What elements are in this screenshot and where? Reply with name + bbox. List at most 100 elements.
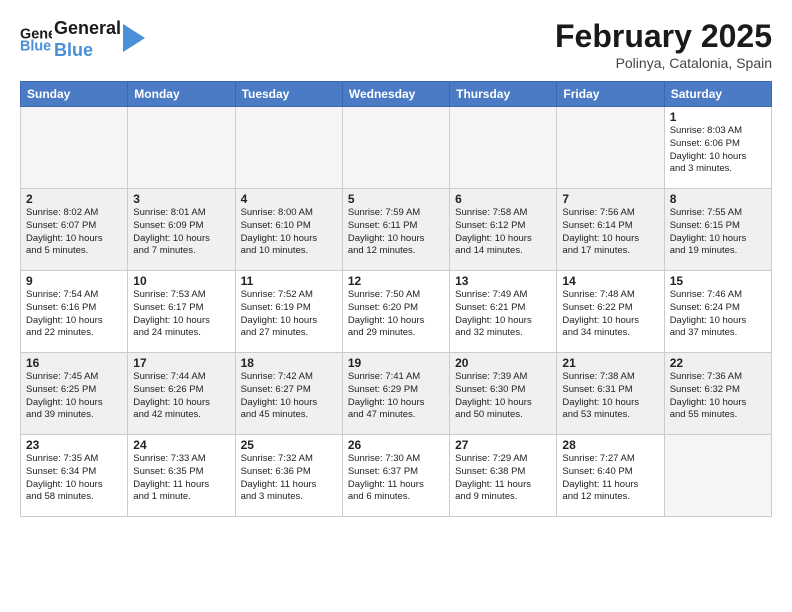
day-info: Sunrise: 7:36 AM Sunset: 6:32 PM Dayligh… (670, 371, 766, 422)
calendar-cell: 19Sunrise: 7:41 AM Sunset: 6:29 PM Dayli… (342, 353, 449, 435)
logo-icon: General Blue (20, 24, 52, 56)
calendar-cell (128, 107, 235, 189)
calendar-cell: 2Sunrise: 8:02 AM Sunset: 6:07 PM Daylig… (21, 189, 128, 271)
day-number: 18 (241, 356, 337, 370)
calendar-header-tuesday: Tuesday (235, 82, 342, 107)
day-number: 28 (562, 438, 658, 452)
day-number: 5 (348, 192, 444, 206)
day-number: 22 (670, 356, 766, 370)
calendar-cell: 21Sunrise: 7:38 AM Sunset: 6:31 PM Dayli… (557, 353, 664, 435)
day-number: 11 (241, 274, 337, 288)
day-info: Sunrise: 7:54 AM Sunset: 6:16 PM Dayligh… (26, 289, 122, 340)
calendar-header-sunday: Sunday (21, 82, 128, 107)
day-number: 6 (455, 192, 551, 206)
day-info: Sunrise: 7:50 AM Sunset: 6:20 PM Dayligh… (348, 289, 444, 340)
calendar-cell: 4Sunrise: 8:00 AM Sunset: 6:10 PM Daylig… (235, 189, 342, 271)
day-number: 17 (133, 356, 229, 370)
calendar-cell: 22Sunrise: 7:36 AM Sunset: 6:32 PM Dayli… (664, 353, 771, 435)
day-number: 8 (670, 192, 766, 206)
calendar-cell: 28Sunrise: 7:27 AM Sunset: 6:40 PM Dayli… (557, 435, 664, 517)
day-info: Sunrise: 7:33 AM Sunset: 6:35 PM Dayligh… (133, 453, 229, 504)
calendar-header-thursday: Thursday (450, 82, 557, 107)
day-info: Sunrise: 7:55 AM Sunset: 6:15 PM Dayligh… (670, 207, 766, 258)
day-info: Sunrise: 7:45 AM Sunset: 6:25 PM Dayligh… (26, 371, 122, 422)
day-number: 2 (26, 192, 122, 206)
calendar-cell: 16Sunrise: 7:45 AM Sunset: 6:25 PM Dayli… (21, 353, 128, 435)
calendar-week-row: 1Sunrise: 8:03 AM Sunset: 6:06 PM Daylig… (21, 107, 772, 189)
calendar-cell (557, 107, 664, 189)
logo-arrow-icon (123, 24, 145, 52)
day-info: Sunrise: 8:00 AM Sunset: 6:10 PM Dayligh… (241, 207, 337, 258)
day-number: 25 (241, 438, 337, 452)
logo-blue: Blue (54, 40, 121, 62)
calendar-cell: 23Sunrise: 7:35 AM Sunset: 6:34 PM Dayli… (21, 435, 128, 517)
calendar-week-row: 23Sunrise: 7:35 AM Sunset: 6:34 PM Dayli… (21, 435, 772, 517)
calendar-cell: 12Sunrise: 7:50 AM Sunset: 6:20 PM Dayli… (342, 271, 449, 353)
day-number: 26 (348, 438, 444, 452)
day-info: Sunrise: 7:48 AM Sunset: 6:22 PM Dayligh… (562, 289, 658, 340)
day-info: Sunrise: 7:56 AM Sunset: 6:14 PM Dayligh… (562, 207, 658, 258)
calendar-week-row: 2Sunrise: 8:02 AM Sunset: 6:07 PM Daylig… (21, 189, 772, 271)
calendar-cell: 15Sunrise: 7:46 AM Sunset: 6:24 PM Dayli… (664, 271, 771, 353)
calendar-cell: 7Sunrise: 7:56 AM Sunset: 6:14 PM Daylig… (557, 189, 664, 271)
day-number: 7 (562, 192, 658, 206)
day-info: Sunrise: 7:32 AM Sunset: 6:36 PM Dayligh… (241, 453, 337, 504)
header: General Blue General Blue February 2025 … (20, 18, 772, 71)
logo-general: General (54, 18, 121, 40)
calendar-cell: 20Sunrise: 7:39 AM Sunset: 6:30 PM Dayli… (450, 353, 557, 435)
day-number: 3 (133, 192, 229, 206)
day-number: 13 (455, 274, 551, 288)
day-info: Sunrise: 7:41 AM Sunset: 6:29 PM Dayligh… (348, 371, 444, 422)
day-number: 21 (562, 356, 658, 370)
calendar-week-row: 9Sunrise: 7:54 AM Sunset: 6:16 PM Daylig… (21, 271, 772, 353)
calendar-header-saturday: Saturday (664, 82, 771, 107)
day-info: Sunrise: 7:42 AM Sunset: 6:27 PM Dayligh… (241, 371, 337, 422)
day-info: Sunrise: 7:27 AM Sunset: 6:40 PM Dayligh… (562, 453, 658, 504)
day-number: 1 (670, 110, 766, 124)
day-number: 16 (26, 356, 122, 370)
calendar-header-wednesday: Wednesday (342, 82, 449, 107)
day-number: 20 (455, 356, 551, 370)
day-info: Sunrise: 7:29 AM Sunset: 6:38 PM Dayligh… (455, 453, 551, 504)
day-info: Sunrise: 7:44 AM Sunset: 6:26 PM Dayligh… (133, 371, 229, 422)
day-number: 12 (348, 274, 444, 288)
calendar-cell: 5Sunrise: 7:59 AM Sunset: 6:11 PM Daylig… (342, 189, 449, 271)
calendar-cell: 18Sunrise: 7:42 AM Sunset: 6:27 PM Dayli… (235, 353, 342, 435)
day-info: Sunrise: 7:46 AM Sunset: 6:24 PM Dayligh… (670, 289, 766, 340)
day-info: Sunrise: 7:35 AM Sunset: 6:34 PM Dayligh… (26, 453, 122, 504)
day-number: 14 (562, 274, 658, 288)
calendar-cell: 3Sunrise: 8:01 AM Sunset: 6:09 PM Daylig… (128, 189, 235, 271)
day-number: 4 (241, 192, 337, 206)
day-info: Sunrise: 7:30 AM Sunset: 6:37 PM Dayligh… (348, 453, 444, 504)
day-info: Sunrise: 7:52 AM Sunset: 6:19 PM Dayligh… (241, 289, 337, 340)
day-info: Sunrise: 7:49 AM Sunset: 6:21 PM Dayligh… (455, 289, 551, 340)
calendar-week-row: 16Sunrise: 7:45 AM Sunset: 6:25 PM Dayli… (21, 353, 772, 435)
calendar-cell: 24Sunrise: 7:33 AM Sunset: 6:35 PM Dayli… (128, 435, 235, 517)
calendar-cell (21, 107, 128, 189)
calendar-cell: 11Sunrise: 7:52 AM Sunset: 6:19 PM Dayli… (235, 271, 342, 353)
day-number: 27 (455, 438, 551, 452)
day-info: Sunrise: 8:02 AM Sunset: 6:07 PM Dayligh… (26, 207, 122, 258)
logo: General Blue General Blue (20, 18, 145, 61)
day-info: Sunrise: 7:58 AM Sunset: 6:12 PM Dayligh… (455, 207, 551, 258)
calendar-cell: 27Sunrise: 7:29 AM Sunset: 6:38 PM Dayli… (450, 435, 557, 517)
calendar-cell: 1Sunrise: 8:03 AM Sunset: 6:06 PM Daylig… (664, 107, 771, 189)
day-number: 23 (26, 438, 122, 452)
calendar-cell: 10Sunrise: 7:53 AM Sunset: 6:17 PM Dayli… (128, 271, 235, 353)
calendar-cell (664, 435, 771, 517)
calendar-cell (235, 107, 342, 189)
month-title: February 2025 (555, 18, 772, 55)
day-number: 10 (133, 274, 229, 288)
calendar-cell: 14Sunrise: 7:48 AM Sunset: 6:22 PM Dayli… (557, 271, 664, 353)
calendar-cell: 17Sunrise: 7:44 AM Sunset: 6:26 PM Dayli… (128, 353, 235, 435)
calendar-cell (342, 107, 449, 189)
day-info: Sunrise: 8:03 AM Sunset: 6:06 PM Dayligh… (670, 125, 766, 176)
day-number: 9 (26, 274, 122, 288)
calendar-cell: 13Sunrise: 7:49 AM Sunset: 6:21 PM Dayli… (450, 271, 557, 353)
calendar-cell: 6Sunrise: 7:58 AM Sunset: 6:12 PM Daylig… (450, 189, 557, 271)
calendar-cell: 8Sunrise: 7:55 AM Sunset: 6:15 PM Daylig… (664, 189, 771, 271)
day-info: Sunrise: 7:38 AM Sunset: 6:31 PM Dayligh… (562, 371, 658, 422)
calendar-header-friday: Friday (557, 82, 664, 107)
location: Polinya, Catalonia, Spain (555, 55, 772, 71)
day-number: 15 (670, 274, 766, 288)
